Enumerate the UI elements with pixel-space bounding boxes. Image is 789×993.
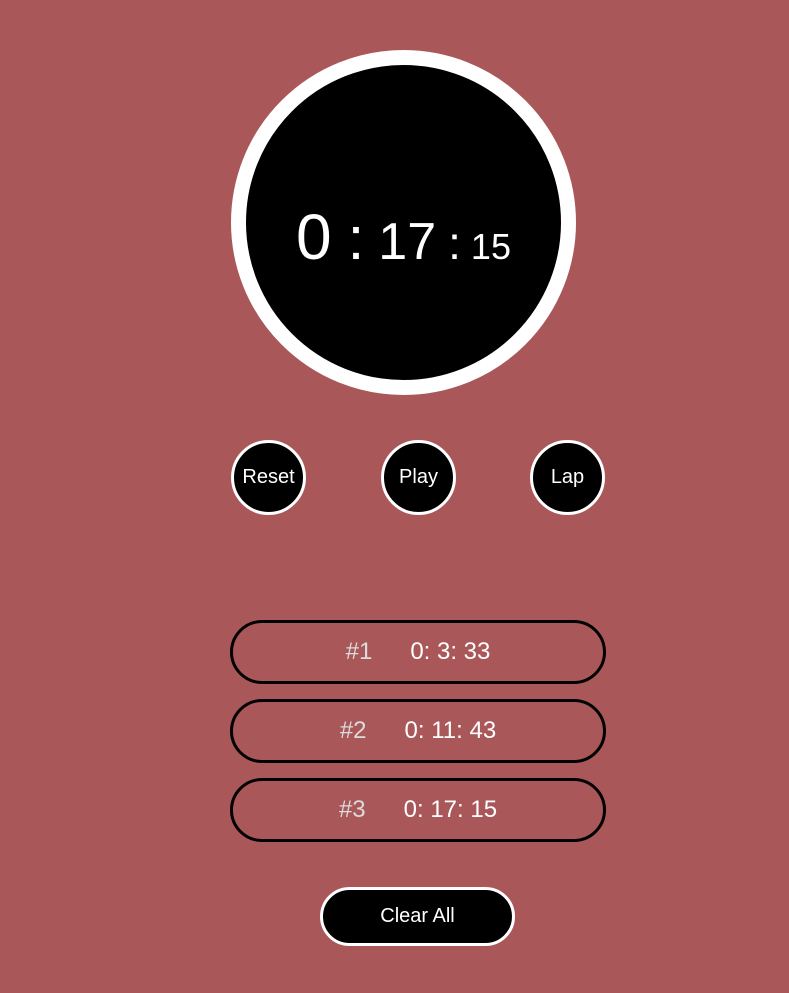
time-display: 0 : 17 : 15	[246, 65, 561, 380]
play-button[interactable]: Play	[381, 440, 456, 515]
hours-value: 0	[296, 201, 332, 273]
lap-number: #3	[338, 796, 366, 823]
lap-time: 0: 3: 33	[410, 638, 491, 665]
stopwatch-dial: 0 : 17 : 15	[231, 50, 576, 395]
lap-item: #3 0: 17: 15	[230, 778, 606, 842]
lap-time: 0: 17: 15	[403, 796, 498, 823]
time-separator: :	[448, 217, 461, 269]
seconds-value: 15	[470, 226, 511, 267]
lap-item: #2 0: 11: 43	[230, 699, 606, 763]
lap-button[interactable]: Lap	[530, 440, 605, 515]
lap-item: #1 0: 3: 33	[230, 620, 606, 684]
minutes-value: 17	[378, 213, 437, 271]
clear-all-button[interactable]: Clear All	[320, 887, 515, 946]
lap-time: 0: 11: 43	[404, 717, 497, 744]
lap-number: #1	[345, 638, 373, 665]
time-separator: :	[347, 205, 365, 272]
reset-button[interactable]: Reset	[231, 440, 306, 515]
lap-number: #2	[339, 717, 367, 744]
